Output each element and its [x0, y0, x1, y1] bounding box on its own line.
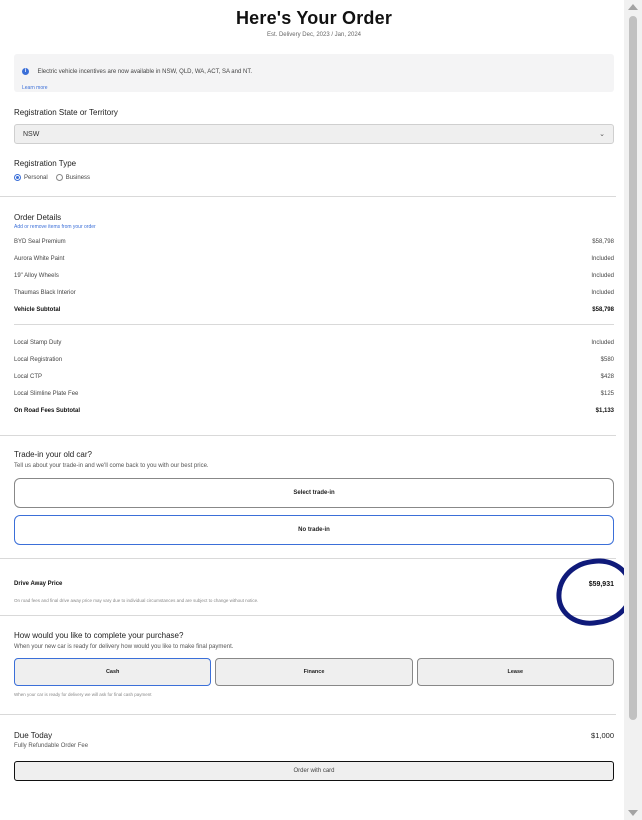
registration-type-radios: Personal Business: [14, 174, 614, 181]
line-item-value: $58,798: [592, 239, 614, 246]
page-title: Here's Your Order: [235, 8, 393, 28]
trade-in-section: Trade-in your old car? Tell us about you…: [14, 436, 614, 545]
line-item-label: Aurora White Paint: [14, 256, 65, 263]
fees-subtotal-row: On Road Fees Subtotal $1,133: [14, 402, 614, 419]
radio-business-button[interactable]: [55, 174, 63, 181]
order-details-section: Order Details Add or remove items from y…: [14, 197, 614, 419]
radio-personal-button[interactable]: [14, 174, 21, 181]
delivery-estimate: Est. Delivery Dec, 2023 / Jan, 2024: [266, 32, 362, 38]
fees-subtotal-label: On Road Fees Subtotal: [14, 407, 81, 414]
fee-item-label: Local Slimline Plate Fee: [14, 390, 79, 397]
payment-note: When your car is ready for delivery we w…: [14, 691, 152, 697]
fee-item-value: $428: [600, 373, 614, 380]
radio-personal-label: Personal: [24, 174, 48, 181]
cash-button[interactable]: Cash: [14, 657, 212, 686]
edit-order-link[interactable]: Add or remove items from your order: [14, 224, 614, 230]
chevron-down-icon: ⌄: [599, 131, 605, 138]
drive-away-note: On road fees and final drive away price …: [14, 597, 259, 603]
line-item-value: Included: [591, 289, 614, 296]
fee-item: Local CTP $428: [14, 369, 614, 386]
scroll-down-icon[interactable]: [628, 810, 638, 816]
info-icon: i: [22, 68, 29, 76]
due-today-value: $1,000: [591, 730, 614, 740]
fee-item-label: Local Stamp Duty: [14, 340, 62, 347]
line-item-label: 19" Alloy Wheels: [14, 272, 59, 279]
purchase-description: When your new car is ready for delivery …: [14, 643, 234, 650]
line-item-label: Thaumas Black Interior: [14, 289, 76, 296]
radio-business[interactable]: Business: [55, 174, 91, 181]
fee-item-value: $580: [600, 357, 614, 364]
fee-item: Local Stamp Duty Included: [14, 335, 614, 352]
line-item: Thaumas Black Interior Included: [14, 284, 614, 301]
page-header: Here's Your Order Est. Delivery Dec, 202…: [14, 0, 614, 38]
registration-state-value: NSW: [23, 130, 40, 138]
scroll-up-icon[interactable]: [628, 4, 638, 10]
fee-item-value: Included: [591, 340, 614, 347]
order-details-title: Order Details: [14, 213, 62, 222]
fee-item-label: Local CTP: [14, 373, 43, 380]
notice-text: Electric vehicle incentives are now avai…: [37, 68, 252, 75]
drive-away-label: Drive Away Price: [14, 580, 63, 587]
registration-state-select[interactable]: NSW ⌄: [14, 124, 614, 144]
radio-business-label: Business: [65, 174, 91, 181]
scroll-thumb[interactable]: [629, 16, 637, 720]
trade-in-title: Trade-in your old car?: [14, 449, 92, 459]
finance-button[interactable]: Finance: [215, 657, 413, 686]
line-item-value: Included: [591, 256, 614, 263]
purchase-method-section: How would you like to complete your purc…: [14, 616, 614, 697]
line-item-value: Included: [591, 272, 614, 279]
order-with-card-button[interactable]: Order with card: [14, 760, 614, 781]
registration-type-section: Registration Type Personal Business: [14, 159, 614, 181]
registration-state-label: Registration State or Territory: [14, 108, 118, 117]
vehicle-subtotal-label: Vehicle Subtotal: [14, 306, 61, 313]
trade-in-description: Tell us about your trade-in and we'll co…: [14, 462, 209, 469]
line-item: 19" Alloy Wheels Included: [14, 268, 614, 285]
line-item-label: BYD Seal Premium: [14, 239, 66, 246]
no-trade-in-button[interactable]: No trade-in: [14, 514, 614, 545]
fee-item: Local Registration $580: [14, 352, 614, 369]
due-today-label: Due Today: [14, 730, 53, 740]
radio-personal[interactable]: Personal: [14, 174, 48, 181]
page-scrollbar[interactable]: [624, 0, 642, 820]
select-trade-in-button[interactable]: Select trade-in: [14, 477, 614, 508]
drive-away-section: Drive Away Price $59,931 On road fees an…: [14, 553, 639, 631]
fees-subtotal-value: $1,133: [595, 407, 614, 414]
learn-more-link[interactable]: Learn more: [22, 85, 606, 91]
fee-item-label: Local Registration: [14, 357, 63, 364]
fee-item: Local Slimline Plate Fee $125: [14, 385, 614, 402]
due-today-row: Due Today $1,000: [14, 731, 614, 740]
payment-options: Cash Finance Lease: [14, 657, 614, 686]
line-item: Aurora White Paint Included: [14, 251, 614, 268]
order-page: Here's Your Order Est. Delivery Dec, 202…: [0, 0, 639, 820]
subtotal-divider: [14, 323, 614, 325]
purchase-title: How would you like to complete your purc…: [14, 630, 184, 640]
registration-type-label: Registration Type: [14, 159, 77, 168]
incentive-notice: i Electric vehicle incentives are now av…: [14, 54, 614, 92]
due-today-section: Due Today $1,000 Fully Refundable Order …: [14, 715, 614, 781]
line-item: BYD Seal Premium $58,798: [14, 234, 614, 251]
lease-button[interactable]: Lease: [416, 657, 614, 686]
vehicle-subtotal-value: $58,798: [592, 306, 614, 313]
order-fee-note: Fully Refundable Order Fee: [14, 742, 89, 749]
fee-item-value: $125: [600, 390, 614, 397]
vehicle-subtotal-row: Vehicle Subtotal $58,798: [14, 301, 614, 318]
registration-state-section: Registration State or Territory NSW ⌄: [14, 108, 614, 144]
